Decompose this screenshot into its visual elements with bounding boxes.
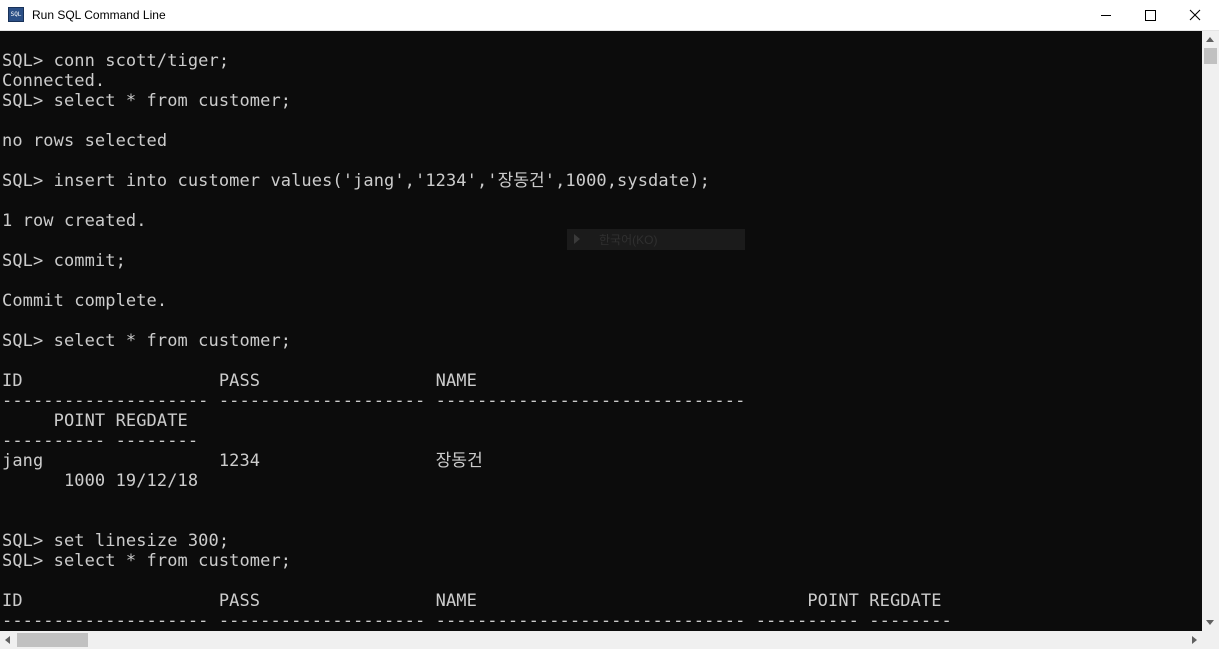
console-line: ---------- -------- — [2, 431, 199, 451]
scroll-up-arrow-icon[interactable] — [1202, 31, 1219, 48]
ghost-tooltip-text: 한국어(KO) — [599, 233, 658, 247]
sql-plus-app-icon[interactable]: SQL — [8, 7, 24, 22]
close-icon — [1189, 9, 1201, 21]
title-bar[interactable]: SQL Run SQL Command Line — [0, 0, 1219, 31]
console-line: SQL> commit; — [2, 251, 126, 271]
maximize-button[interactable] — [1128, 0, 1173, 31]
console-line: 1 row created. — [2, 211, 147, 231]
console-line: no rows selected — [2, 131, 168, 151]
console-line: -------------------- -------------------… — [2, 611, 952, 631]
horizontal-scrollbar[interactable] — [0, 631, 1202, 649]
console-line: Commit complete. — [2, 291, 168, 311]
play-arrow-icon — [574, 234, 580, 244]
minimize-icon — [1101, 15, 1111, 16]
console-line: SQL> set linesize 300; — [2, 531, 230, 551]
scroll-left-arrow-icon[interactable] — [0, 631, 17, 649]
console-line: SQL> conn scott/tiger; — [2, 51, 230, 71]
vertical-scrollbar[interactable] — [1202, 31, 1219, 631]
window-title: Run SQL Command Line — [32, 8, 166, 22]
console-line: jang 1234 장동건 — [2, 451, 483, 471]
console-line: POINT REGDATE — [2, 411, 188, 431]
horizontal-scroll-thumb[interactable] — [17, 633, 88, 647]
console-line: SQL> select * from customer; — [2, 551, 292, 571]
console-line: SQL> insert into customer values('jang',… — [2, 171, 710, 191]
minimize-button[interactable] — [1083, 0, 1128, 31]
ghost-tooltip: 한국어(KO) — [567, 229, 745, 250]
console-line: SQL> select * from customer; — [2, 331, 292, 351]
console-line: ID PASS NAME POINT REGDATE — [2, 591, 942, 611]
console-line: Connected. — [2, 71, 106, 91]
scroll-down-arrow-icon[interactable] — [1202, 614, 1219, 631]
scroll-right-arrow-icon[interactable] — [1185, 631, 1202, 649]
console-line: ID PASS NAME — [2, 371, 477, 391]
console-output[interactable]: 한국어(KO) SQL> conn scott/tiger; Connected.… — [0, 31, 1202, 631]
console-line: 1000 19/12/18 — [2, 471, 199, 491]
console-line: -------------------- -------------------… — [2, 391, 746, 411]
close-button[interactable] — [1173, 0, 1218, 31]
scrollbar-corner — [1202, 631, 1219, 649]
vertical-scroll-thumb[interactable] — [1204, 48, 1217, 64]
console-line: SQL> select * from customer; — [2, 91, 292, 111]
maximize-icon — [1145, 10, 1156, 21]
